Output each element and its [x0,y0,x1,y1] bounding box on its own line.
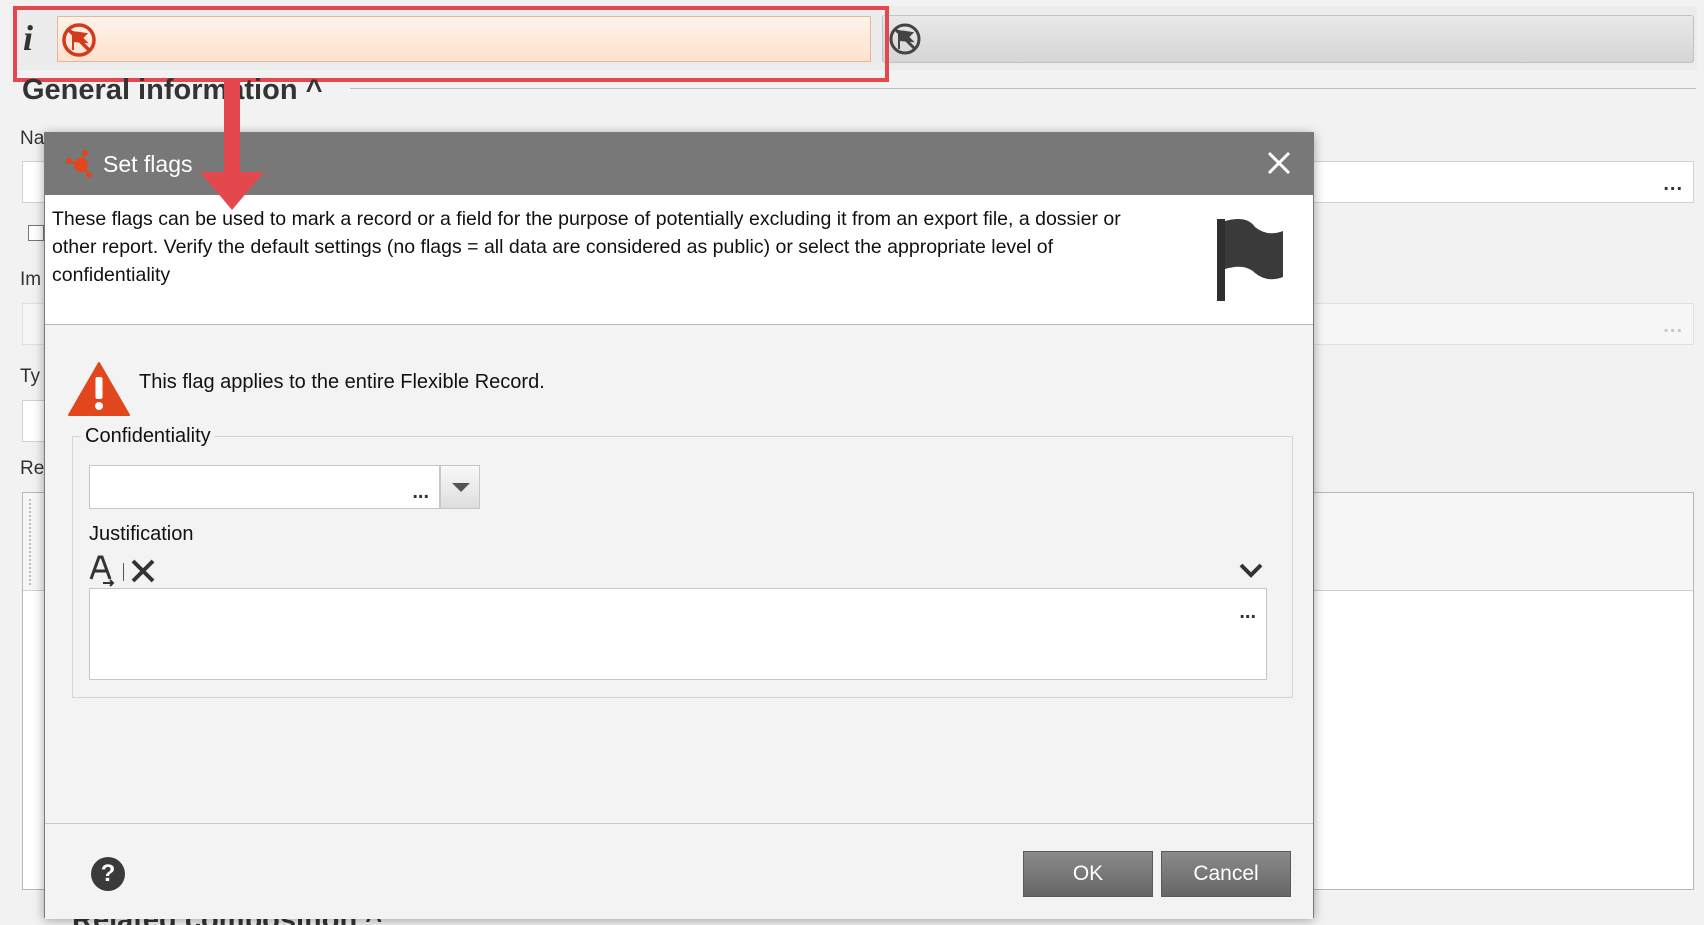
annotation-arrow-shaft [224,80,240,178]
set-flags-dialog: Set flags These flags can be used to mar… [44,132,1314,919]
drag-handle[interactable] [29,499,35,585]
chevron-down-icon [452,483,470,492]
warning-icon [68,362,130,416]
cancel-button[interactable]: Cancel [1161,851,1291,897]
flag-icon[interactable] [888,22,922,56]
confidentiality-legend: Confidentiality [81,425,215,448]
flag-graphic-icon [1217,219,1283,301]
justification-textarea[interactable]: ... [89,588,1267,680]
name-field-dots[interactable]: ... [1663,173,1683,196]
warning-text: This flag applies to the entire Flexible… [139,371,545,393]
justification-label: Justification [89,523,194,545]
intro-text: These flags can be used to mark a record… [52,208,1121,286]
confidentiality-select[interactable]: ... [89,465,440,509]
justification-dots[interactable]: ... [1239,601,1256,624]
help-icon[interactable]: ? [91,857,125,891]
section-title-general[interactable]: General information ^ [22,70,323,110]
expand-chevron-icon[interactable] [1238,561,1264,581]
close-icon[interactable] [1263,147,1295,179]
flag-field-secondary[interactable] [882,15,1694,63]
toolbar-separator [123,563,124,581]
type-label: Ty [20,366,41,387]
text-format-icon[interactable] [89,555,119,587]
section-divider [350,88,1696,89]
clear-icon[interactable] [129,557,157,585]
impurity-label: Im [20,269,42,290]
app-logo-icon [66,150,92,178]
confidentiality-dropdown-button[interactable] [440,465,480,509]
dialog-intro: These flags can be used to mark a record… [45,195,1313,325]
impurity-field-dots[interactable]: ... [1663,315,1683,338]
name-label: Na [20,128,45,149]
checkbox[interactable] [28,225,44,241]
ok-button[interactable]: OK [1023,851,1153,897]
related-label: Re [20,458,45,479]
confidentiality-dots[interactable]: ... [412,481,429,504]
dialog-title: Set flags [103,151,193,177]
annotation-arrow-head [200,172,264,210]
